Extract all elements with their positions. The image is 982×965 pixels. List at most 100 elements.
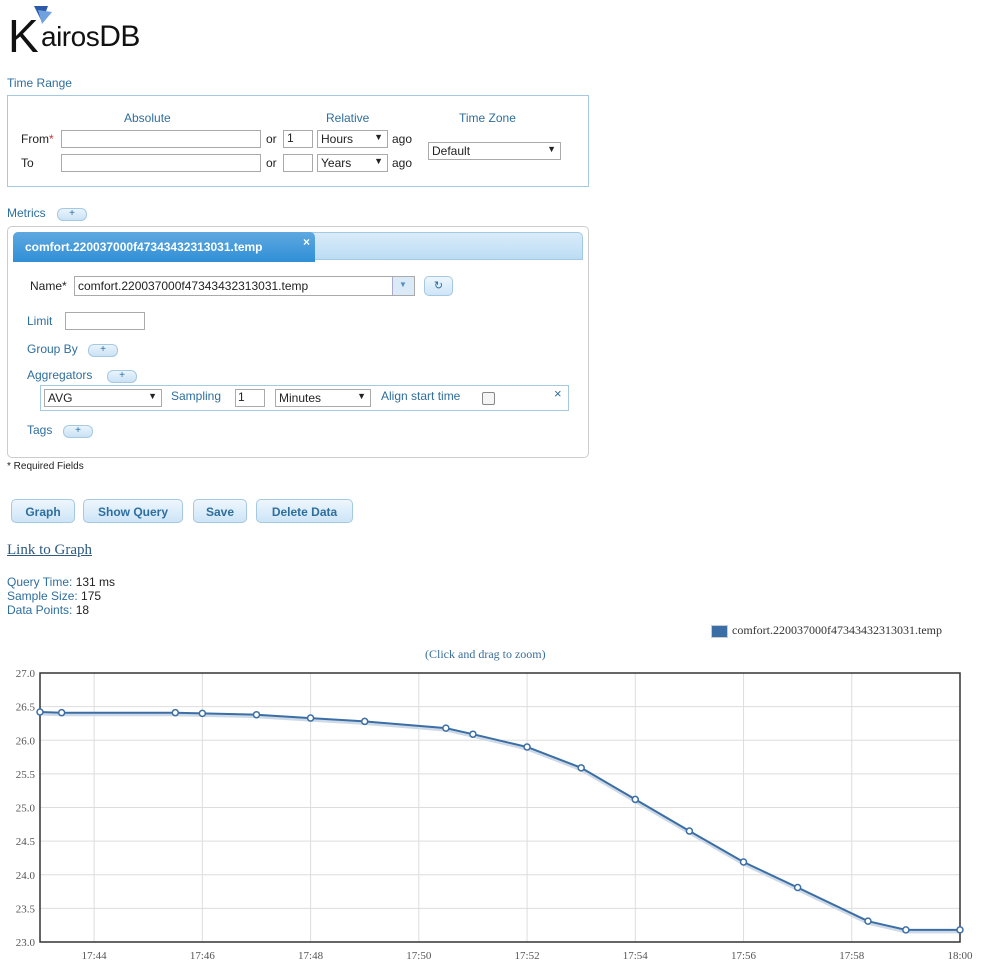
to-relative-value[interactable]	[283, 154, 313, 172]
tags-label: Tags	[27, 423, 53, 437]
data-point[interactable]	[360, 717, 369, 726]
from-label: From*	[21, 132, 54, 146]
metric-name-dropdown-button[interactable]: ▼	[392, 277, 414, 295]
logo-text: airosDB	[41, 20, 140, 54]
to-relative-unit-select[interactable]: Years ▼	[317, 154, 388, 172]
aggregators-label: Aggregators	[27, 368, 93, 382]
required-fields-note: * Required Fields	[7, 461, 84, 472]
plus-icon: +	[69, 208, 75, 219]
align-start-checkbox[interactable]	[482, 392, 495, 405]
add-metric-button[interactable]: +	[57, 208, 87, 221]
data-point[interactable]	[523, 743, 531, 751]
data-point[interactable]	[306, 714, 315, 722]
kairosdb-logo: K airosDB	[8, 4, 158, 56]
data-point[interactable]	[685, 827, 694, 835]
timezone-select[interactable]: Default ▼	[428, 142, 561, 160]
add-aggregator-button[interactable]: +	[107, 370, 137, 383]
query-stats: Query Time: 131 ms Sample Size: 175 Data…	[7, 575, 115, 617]
data-point[interactable]	[631, 795, 640, 804]
chevron-down-icon: ▼	[357, 391, 366, 401]
data-point[interactable]	[577, 764, 585, 772]
align-start-label: Align start time	[381, 389, 461, 403]
metric-tab[interactable]: comfort.220037000f47343432313031.temp ×	[13, 232, 315, 262]
sample-size-row: Sample Size: 175	[7, 589, 102, 603]
relative-header: Relative	[326, 111, 370, 125]
x-tick-label: 17:58	[839, 950, 865, 962]
metric-name-value: comfort.220037000f47343432313031.temp	[78, 279, 309, 293]
to-ago-label: ago	[392, 156, 413, 170]
chevron-down-icon: ▼	[547, 144, 556, 154]
metrics-title: Metrics	[7, 206, 46, 220]
data-point[interactable]	[864, 917, 872, 925]
data-point[interactable]	[956, 926, 964, 934]
data-point[interactable]	[793, 883, 802, 892]
add-group-by-button[interactable]: +	[88, 344, 118, 357]
limit-input[interactable]	[65, 312, 145, 330]
show-query-button[interactable]: Show Query	[83, 499, 183, 523]
data-point[interactable]	[252, 710, 261, 719]
timezone-header: Time Zone	[459, 111, 516, 125]
delete-data-button[interactable]: Delete Data	[256, 499, 353, 523]
sampling-value-input[interactable]: 1	[235, 389, 265, 407]
limit-label: Limit	[27, 314, 53, 328]
x-tick-label: 17:54	[623, 950, 649, 962]
to-label: To	[21, 156, 34, 170]
from-ago-label: ago	[392, 132, 413, 146]
refresh-metrics-button[interactable]: ↻	[424, 276, 453, 296]
data-point[interactable]	[442, 724, 450, 732]
aggregator-type-select[interactable]: AVG ▼	[44, 389, 162, 407]
plus-icon: +	[100, 344, 106, 355]
data-point[interactable]	[198, 709, 207, 718]
logo-text-a: airos	[41, 21, 100, 52]
y-tick-label: 25.5	[16, 769, 36, 781]
data-point[interactable]	[36, 708, 44, 716]
x-tick-label: 17:44	[82, 950, 108, 962]
plus-icon: +	[75, 425, 81, 436]
zoom-hint: (Click and drag to zoom)	[425, 647, 546, 661]
y-tick-label: 26.5	[16, 702, 36, 714]
metric-name-combobox[interactable]: comfort.220037000f47343432313031.temp	[74, 276, 415, 296]
x-tick-label: 17:46	[190, 950, 216, 962]
close-icon[interactable]: ×	[303, 235, 310, 249]
metric-tab-label: comfort.220037000f47343432313031.temp	[25, 240, 263, 254]
chevron-down-icon: ▼	[374, 156, 383, 166]
data-point[interactable]	[57, 708, 66, 717]
x-tick-label: 17:56	[731, 950, 757, 962]
name-label: Name*	[30, 279, 67, 293]
data-point[interactable]	[902, 926, 910, 934]
series-line	[39, 711, 960, 931]
absolute-header: Absolute	[124, 111, 171, 125]
y-tick-label: 26.0	[16, 735, 36, 747]
from-relative-value[interactable]: 1	[283, 130, 313, 148]
save-button[interactable]: Save	[193, 499, 247, 523]
y-tick-label: 24.0	[16, 870, 36, 882]
chevron-down-icon: ▼	[374, 132, 383, 142]
line-chart[interactable]: 23.0 23.5 24.0 24.5 25.0 25.5 26.0 26.5 27.0 17:4…	[0, 664, 982, 965]
aggregator-row: AVG ▼ Sampling 1 Minutes ▼ Align start tim…	[40, 385, 569, 411]
sampling-label: Sampling	[171, 389, 222, 403]
y-tick-label: 23.0	[16, 937, 36, 949]
svg-text:K: K	[8, 10, 39, 56]
to-absolute-input[interactable]	[61, 154, 261, 172]
group-by-label: Group By	[27, 342, 78, 356]
to-or-label: or	[266, 156, 277, 170]
y-tick-label: 27.0	[16, 668, 36, 680]
logo-text-b: DB	[99, 20, 140, 53]
link-to-graph[interactable]: Link to Graph	[7, 542, 92, 559]
sampling-unit-select[interactable]: Minutes ▼	[275, 389, 371, 407]
data-point[interactable]	[171, 708, 180, 717]
data-point[interactable]	[739, 858, 748, 866]
x-tick-label: 18:00	[947, 950, 973, 962]
from-absolute-input[interactable]	[61, 130, 261, 148]
refresh-icon: ↻	[433, 280, 444, 292]
x-tick-label: 17:48	[298, 950, 324, 962]
legend-label: comfort.220037000f47343432313031.temp	[732, 623, 942, 637]
from-relative-unit-select[interactable]: Hours ▼	[317, 130, 388, 148]
data-point[interactable]	[469, 730, 477, 738]
query-time-row: Query Time: 131 ms	[7, 575, 116, 589]
graph-button[interactable]: Graph	[11, 499, 75, 523]
chevron-down-icon: ▼	[399, 280, 407, 289]
close-icon[interactable]: ×	[554, 386, 562, 401]
y-tick-label: 23.5	[16, 903, 36, 915]
add-tag-button[interactable]: +	[63, 425, 93, 438]
